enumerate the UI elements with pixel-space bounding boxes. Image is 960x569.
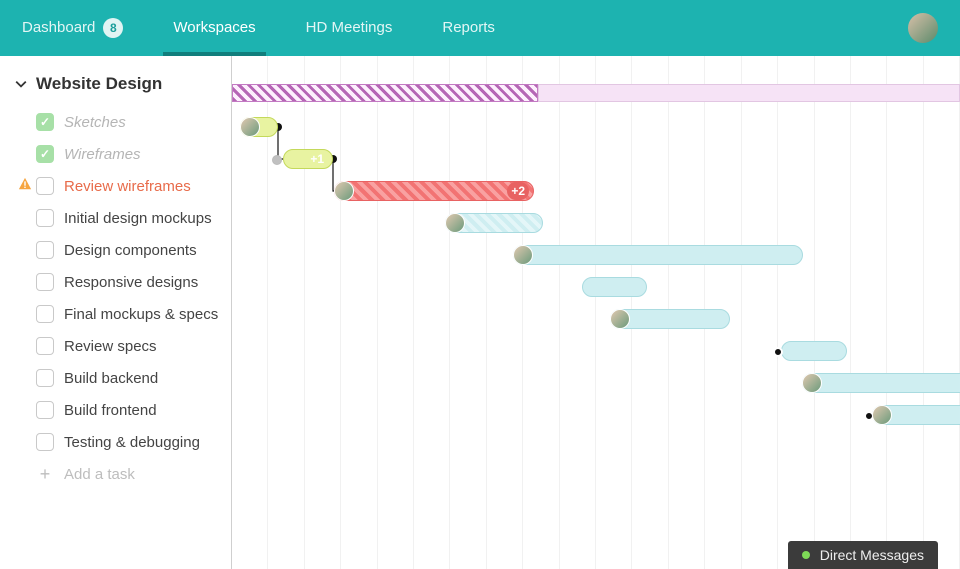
task-item[interactable]: Testing & debugging [14,426,221,458]
task-label: Design components [64,242,197,259]
workspace-body: Website Design Sketches Wireframes Review … [0,56,960,569]
nav-badge: 8 [103,18,123,38]
nav-item-reports[interactable]: Reports [442,0,495,56]
task-label: Build backend [64,370,158,387]
overflow-badge: +2 [507,182,529,200]
task-item[interactable]: Build frontend [14,394,221,426]
task-list: Sketches Wireframes Review wireframes Initi… [14,106,221,490]
user-avatar[interactable] [908,13,938,43]
task-checkbox[interactable] [36,241,54,259]
task-label: Review wireframes [64,178,191,195]
overflow-badge: +1 [306,150,328,168]
task-item[interactable]: Review wireframes [14,170,221,202]
nav-item-hdmeetings[interactable]: HD Meetings [306,0,393,56]
nav-item-workspaces[interactable]: Workspaces [173,0,255,56]
assignee-avatar[interactable] [334,181,354,201]
chevron-down-icon[interactable] [14,78,28,90]
task-item[interactable]: Final mockups & specs [14,298,221,330]
add-task-label: Add a task [64,466,135,483]
task-item[interactable]: Responsive designs [14,266,221,298]
task-item[interactable]: Initial design mockups [14,202,221,234]
task-checkbox[interactable] [36,209,54,227]
warning-icon [18,177,32,195]
project-header[interactable]: Website Design [14,74,221,94]
assignee-avatar[interactable] [610,309,630,329]
nav-item-dashboard[interactable]: Dashboard 8 [22,0,123,56]
gantt-bar[interactable] [872,405,960,425]
task-label: Sketches [64,114,126,131]
task-checkbox[interactable] [36,337,54,355]
gantt-bar[interactable]: +1 [283,149,333,169]
task-item[interactable]: Review specs [14,330,221,362]
gantt-columns [232,56,960,569]
task-checkbox[interactable] [36,401,54,419]
gantt-bar[interactable] [610,309,730,329]
task-item[interactable]: Sketches [14,106,221,138]
gantt-bar[interactable] [240,117,278,137]
gantt-summary-remaining [538,84,960,102]
lead-dot-icon [773,347,783,357]
sidebar: Website Design Sketches Wireframes Review … [0,56,232,569]
status-dot-icon [802,551,810,559]
gantt-bar[interactable] [582,277,647,297]
gantt-summary-bar [232,84,960,102]
task-label: Responsive designs [64,274,198,291]
task-label: Testing & debugging [64,434,200,451]
nav-label: Reports [442,0,495,56]
task-checkbox[interactable] [36,433,54,451]
gantt-bar[interactable]: +2 [334,181,534,201]
nav-label: Dashboard [22,0,95,56]
add-task-row[interactable]: + Add a task [14,458,221,490]
direct-messages-button[interactable]: Direct Messages [788,541,938,569]
gantt-chart[interactable]: +1 +2 [232,56,960,569]
task-checkbox[interactable] [36,113,54,131]
task-icon-slot [14,177,36,195]
task-checkbox[interactable] [36,305,54,323]
assignee-avatar[interactable] [872,405,892,425]
direct-messages-label: Direct Messages [820,547,924,563]
lead-dot-icon [272,155,282,165]
assignee-avatar[interactable] [445,213,465,233]
task-checkbox[interactable] [36,177,54,195]
assignee-avatar[interactable] [513,245,533,265]
task-label: Build frontend [64,402,157,419]
nav-label: Workspaces [173,0,255,56]
task-label: Initial design mockups [64,210,212,227]
task-label: Review specs [64,338,157,355]
gantt-bar[interactable] [513,245,803,265]
task-item[interactable]: Build backend [14,362,221,394]
assignee-avatar[interactable] [802,373,822,393]
task-checkbox[interactable] [36,273,54,291]
task-label: Final mockups & specs [64,306,218,323]
gantt-bar[interactable] [445,213,543,233]
gantt-summary-done [232,84,538,102]
task-checkbox[interactable] [36,369,54,387]
task-label: Wireframes [64,146,141,163]
gantt-bar[interactable] [802,373,960,393]
plus-icon: + [36,464,54,485]
task-item[interactable]: Design components [14,234,221,266]
gantt-bar[interactable] [781,341,847,361]
task-item[interactable]: Wireframes [14,138,221,170]
task-checkbox[interactable] [36,145,54,163]
top-nav: Dashboard 8 Workspaces HD Meetings Repor… [0,0,960,56]
project-title: Website Design [36,74,162,94]
nav-label: HD Meetings [306,0,393,56]
assignee-avatar[interactable] [240,117,260,137]
